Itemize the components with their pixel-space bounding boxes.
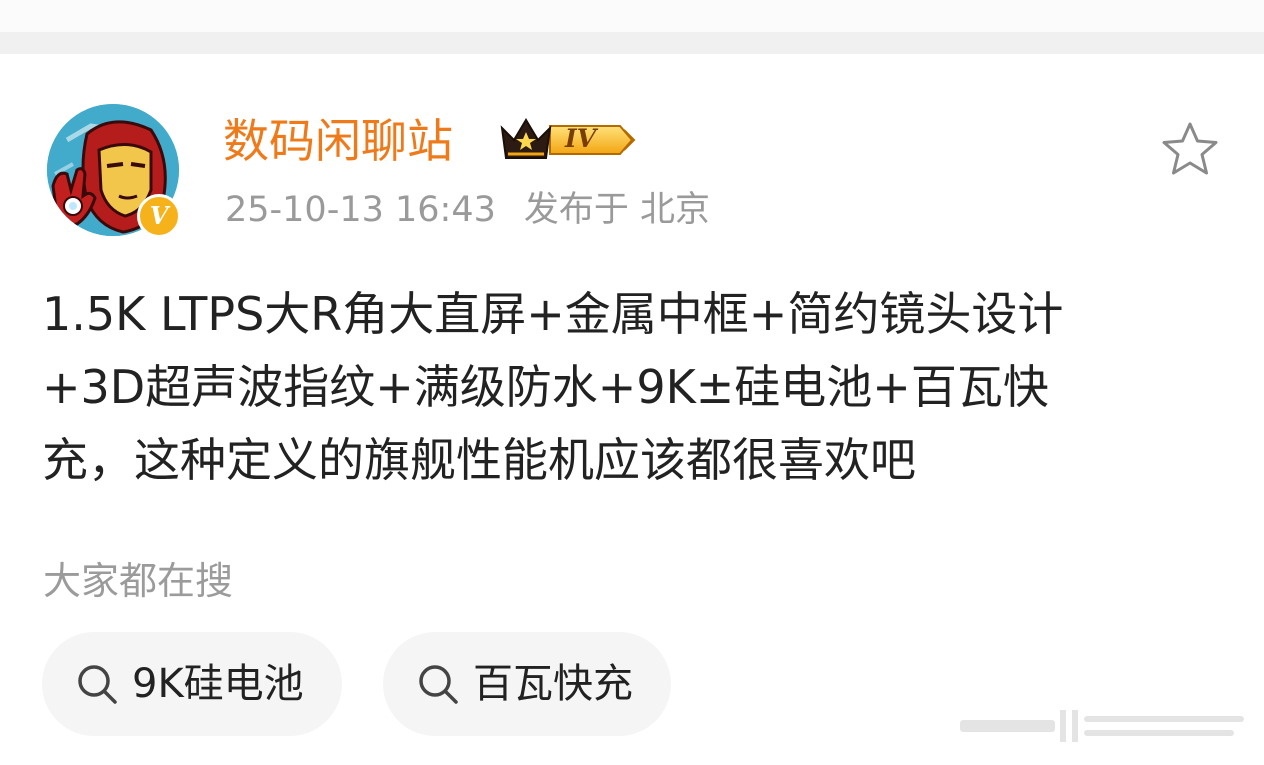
post-body-line: 1.5K LTPS大R角大直屏+金属中框+简约镜头设计 (42, 287, 1064, 341)
search-chip-label: 9K硅电池 (132, 661, 304, 707)
section-divider (0, 32, 1264, 54)
post-meta: 25-10-13 16:43 发布于 北京 (225, 188, 710, 232)
favorite-button[interactable] (1160, 120, 1220, 180)
verified-mark: V (149, 201, 169, 230)
trending-search-heading: 大家都在搜 (43, 559, 234, 603)
level-badge[interactable]: IV (498, 114, 638, 166)
search-icon (419, 665, 458, 704)
search-chip[interactable]: 9K硅电池 (42, 632, 342, 736)
author-avatar-wrapper[interactable]: V (47, 104, 182, 239)
author-name[interactable]: 数码闲聊站 (223, 112, 453, 170)
search-chip-label: 百瓦快充 (473, 661, 633, 707)
top-status-area (0, 0, 1264, 32)
search-icon (78, 665, 117, 704)
post-location: 发布于 北京 (523, 190, 710, 230)
post-timestamp: 25-10-13 16:43 (225, 190, 496, 230)
watermark-logo (960, 710, 1244, 742)
level-label: IV (565, 124, 597, 153)
post-body-line: +3D超声波指纹+满级防水+9K±硅电池+百瓦快 (42, 360, 1049, 414)
verified-badge-icon: V (137, 194, 181, 238)
post-body: 1.5K LTPS大R角大直屏+金属中框+简约镜头设计 +3D超声波指纹+满级防… (42, 278, 1202, 497)
post-body-line: 充，这种定义的旗舰性能机应该都很喜欢吧 (42, 433, 916, 487)
star-outline-icon (1162, 122, 1218, 175)
search-chip[interactable]: 百瓦快充 (383, 632, 671, 736)
